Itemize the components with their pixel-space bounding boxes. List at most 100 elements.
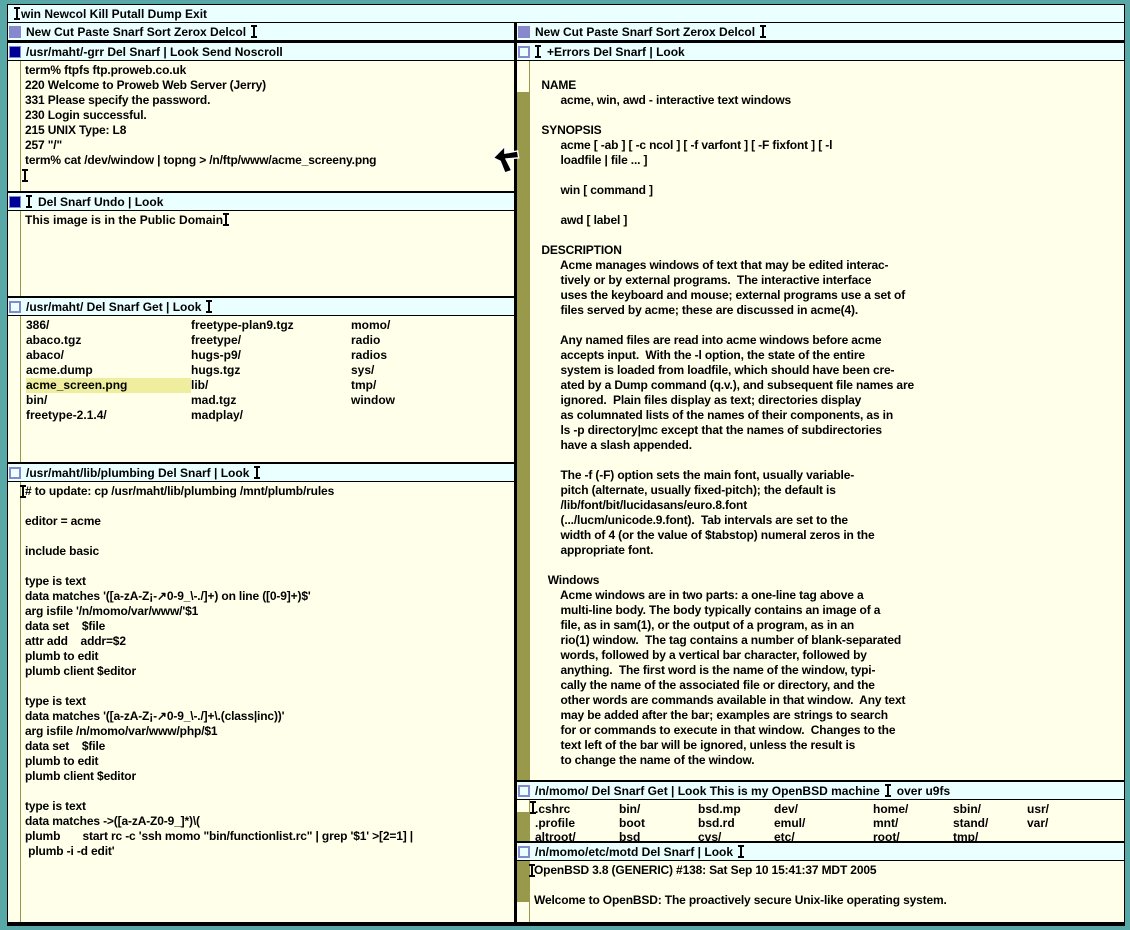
dir-entry[interactable]: bin/ xyxy=(26,393,191,408)
dir-entry[interactable]: acme.dump xyxy=(26,363,191,378)
column-drag-button[interactable] xyxy=(9,26,21,38)
dir-entry[interactable]: tmp/ xyxy=(953,830,1027,841)
dir-entry[interactable]: abaco/ xyxy=(26,348,191,363)
dir-entry[interactable]: bsd.rd xyxy=(698,816,774,830)
scrollbar[interactable] xyxy=(8,211,21,296)
dir-entry[interactable]: mad.tgz xyxy=(191,393,351,408)
window-motd: /n/momo/etc/motd Del Snarf | Look OpenBS… xyxy=(517,841,1124,922)
scrollbar-thumb[interactable] xyxy=(517,61,529,92)
dir-entry[interactable]: window xyxy=(351,393,514,408)
window-momo-dir-tag[interactable]: /n/momo/ Del Snarf Get | Look This is my… xyxy=(517,782,1124,800)
dir-entry[interactable]: lib/ xyxy=(191,378,351,393)
window-terminal: /usr/maht/-grr Del Snarf | Look Send Nos… xyxy=(8,41,514,191)
dir-entry[interactable]: home/ xyxy=(873,802,953,816)
dir-entry[interactable]: hugs.tgz xyxy=(191,363,351,378)
scrollbar-thumb[interactable] xyxy=(517,902,529,922)
plumbing-rules[interactable]: # to update: cp /usr/maht/lib/plumbing /… xyxy=(8,482,514,859)
window-tag-text: /usr/maht/ Del Snarf Get | Look xyxy=(26,300,201,314)
dir-entry[interactable]: var/ xyxy=(1027,816,1124,830)
window-motd-body[interactable]: OpenBSD 3.8 (GENERIC) #138: Sat Sep 10 1… xyxy=(517,861,1124,922)
dir-entry[interactable]: sys/ xyxy=(351,363,514,378)
window-drag-button-dirty[interactable] xyxy=(9,46,21,58)
window-tag-text: Del Snarf Undo | Look xyxy=(38,195,163,209)
window-home-dir-body[interactable]: 386/freetype-plan9.tgzmomo/abaco.tgzfree… xyxy=(8,316,514,462)
scrollbar[interactable] xyxy=(8,482,21,922)
window-terminal-tag[interactable]: /usr/maht/-grr Del Snarf | Look Send Nos… xyxy=(8,43,514,61)
text-cursor-ibeam xyxy=(254,466,261,479)
scrollbar[interactable] xyxy=(517,800,530,841)
column-drag-button[interactable] xyxy=(518,26,530,38)
scrollbar-thumb[interactable] xyxy=(517,800,529,812)
directory-listing[interactable]: .cshrcbin/bsd.mpdev/home/sbin/usr/.profi… xyxy=(517,800,1124,841)
note-text: This image is in the Public Domain xyxy=(25,213,223,227)
dir-entry[interactable]: bsd xyxy=(619,830,698,841)
dir-entry[interactable]: madplay/ xyxy=(191,408,351,423)
window-drag-button-dirty[interactable] xyxy=(9,196,21,208)
window-terminal-body[interactable]: term% ftpfs ftp.proweb.co.uk 220 Welcome… xyxy=(8,61,514,191)
dir-entry[interactable]: abaco.tgz xyxy=(26,333,191,348)
main-tag-bar[interactable]: win Newcol Kill Putall Dump Exit xyxy=(8,5,1124,23)
window-tag-text: /usr/maht/-grr Del Snarf | Look Send Nos… xyxy=(26,45,283,59)
listing-row: freetype-2.1.4/madplay/ xyxy=(26,408,514,423)
window-drag-button-clean[interactable] xyxy=(518,846,530,858)
dir-entry[interactable]: momo/ xyxy=(351,318,514,333)
column-left-tag[interactable]: New Cut Paste Snarf Sort Zerox Delcol xyxy=(8,23,514,41)
window-tag-text: over u9fs xyxy=(897,784,950,798)
listing-row: acme_screen.pnglib/tmp/ xyxy=(26,378,514,393)
motd-text[interactable]: OpenBSD 3.8 (GENERIC) #138: Sat Sep 10 1… xyxy=(517,861,1124,908)
window-image-note-body[interactable]: This image is in the Public Domain xyxy=(8,211,514,296)
dir-entry[interactable]: dev/ xyxy=(774,802,873,816)
dir-entry[interactable]: usr/ xyxy=(1027,802,1124,816)
dir-entry[interactable]: radio xyxy=(351,333,514,348)
dir-entry[interactable]: freetype-2.1.4/ xyxy=(26,408,191,423)
window-plumbing-tag[interactable]: /usr/maht/lib/plumbing Del Snarf | Look xyxy=(8,464,514,482)
window-home-dir-tag[interactable]: /usr/maht/ Del Snarf Get | Look xyxy=(8,298,514,316)
column-right-tag[interactable]: New Cut Paste Snarf Sort Zerox Delcol xyxy=(517,23,1124,41)
text-cursor-ibeam xyxy=(530,801,537,814)
dir-entry[interactable]: .profile xyxy=(535,816,619,830)
dir-entry[interactable]: tmp/ xyxy=(351,378,514,393)
window-errors-tag[interactable]: +Errors Del Snarf | Look xyxy=(517,43,1124,61)
mouse-cursor-icon xyxy=(492,144,520,174)
window-image-note-tag[interactable]: Del Snarf Undo | Look xyxy=(8,193,514,211)
text-cursor-ibeam xyxy=(20,485,27,498)
window-drag-button-clean[interactable] xyxy=(9,467,21,479)
dir-entry[interactable]: stand/ xyxy=(953,816,1027,830)
window-motd-tag[interactable]: /n/momo/etc/motd Del Snarf | Look xyxy=(517,843,1124,861)
dir-entry[interactable]: acme_screen.png xyxy=(26,378,191,393)
dir-entry[interactable]: hugs-p9/ xyxy=(191,348,351,363)
dir-entry[interactable]: bsd.mp xyxy=(698,802,774,816)
directory-listing[interactable]: 386/freetype-plan9.tgzmomo/abaco.tgzfree… xyxy=(8,316,514,423)
text-cursor-ibeam xyxy=(885,784,892,797)
window-drag-button-clean[interactable] xyxy=(518,46,530,58)
column-tag-commands: New Cut Paste Snarf Sort Zerox Delcol xyxy=(26,25,246,39)
dir-entry[interactable]: freetype-plan9.tgz xyxy=(191,318,351,333)
dir-entry[interactable]: altroot/ xyxy=(535,830,619,841)
dir-entry[interactable]: etc/ xyxy=(774,830,873,841)
window-errors-body[interactable]: NAME acme, win, awd - interactive text w… xyxy=(517,61,1124,780)
dir-entry[interactable]: boot xyxy=(619,816,698,830)
dir-entry[interactable]: .cshrc xyxy=(535,802,619,816)
scrollbar[interactable] xyxy=(8,316,21,462)
dir-entry[interactable]: 386/ xyxy=(26,318,191,333)
scrollbar[interactable] xyxy=(8,61,21,191)
terminal-output[interactable]: term% ftpfs ftp.proweb.co.uk 220 Welcome… xyxy=(8,61,514,168)
dir-entry[interactable]: sbin/ xyxy=(953,802,1027,816)
listing-row: altroot/bsdcvs/etc/root/tmp/ xyxy=(535,830,1124,841)
dir-entry[interactable]: freetype/ xyxy=(191,333,351,348)
text-cursor-ibeam xyxy=(760,25,767,38)
dir-entry[interactable]: bin/ xyxy=(619,802,698,816)
listing-row: .cshrcbin/bsd.mpdev/home/sbin/usr/ xyxy=(535,802,1124,816)
window-home-dir: /usr/maht/ Del Snarf Get | Look 386/free… xyxy=(8,296,514,462)
window-momo-dir-body[interactable]: .cshrcbin/bsd.mpdev/home/sbin/usr/.profi… xyxy=(517,800,1124,841)
window-drag-button-clean[interactable] xyxy=(518,785,530,797)
dir-entry[interactable]: radios xyxy=(351,348,514,363)
window-plumbing: /usr/maht/lib/plumbing Del Snarf | Look … xyxy=(8,462,514,922)
window-plumbing-body[interactable]: # to update: cp /usr/maht/lib/plumbing /… xyxy=(8,482,514,922)
window-drag-button-clean[interactable] xyxy=(9,301,21,313)
dir-entry[interactable]: root/ xyxy=(873,830,953,841)
dir-entry[interactable]: cvs/ xyxy=(698,830,774,841)
man-page-text[interactable]: NAME acme, win, awd - interactive text w… xyxy=(517,61,1124,768)
dir-entry[interactable]: mnt/ xyxy=(873,816,953,830)
dir-entry[interactable]: emul/ xyxy=(774,816,873,830)
